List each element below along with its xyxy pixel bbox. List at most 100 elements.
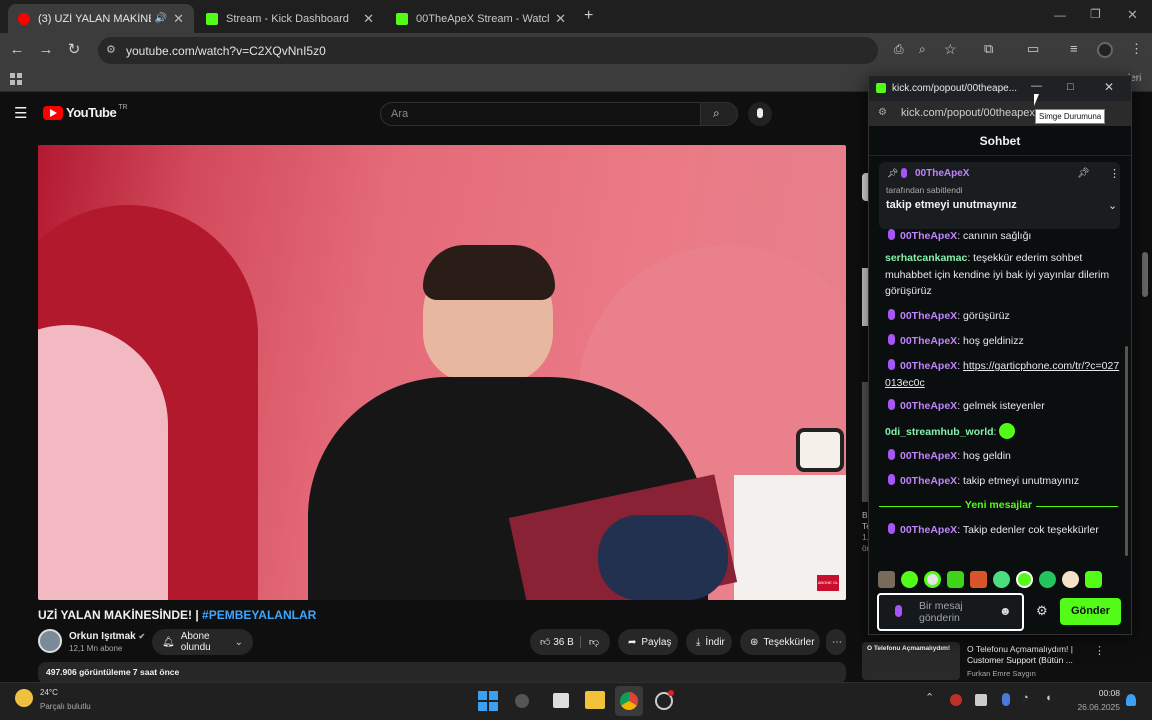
chat-message[interactable]: 00TheApeX: Takip edenler cok teşekkürler	[885, 522, 1121, 539]
dislike-button[interactable]: 👎︎	[579, 636, 607, 648]
weather-cloud-icon[interactable]	[15, 689, 33, 707]
more-actions-button[interactable]: ⋯	[826, 629, 846, 655]
kick-emote-icon[interactable]	[999, 423, 1016, 439]
chat-message[interactable]: 00TheApeX: hoş geldinizz	[885, 333, 1121, 350]
tab-kick-dashboard[interactable]: Stream - Kick Dashboard ✕	[196, 4, 384, 33]
new-tab-button[interactable]: +	[584, 7, 593, 25]
subscribed-button[interactable]: 🔔︎ Abone olundu ⌄	[152, 629, 253, 655]
site-info-icon[interactable]: ⚙	[878, 107, 887, 118]
chat-message[interactable]: serhatcankamac: teşekkür ederim sohbet m…	[885, 250, 1121, 300]
chat-username[interactable]: 00TheApeX	[900, 400, 957, 412]
video-player[interactable]: ABONE OL	[38, 145, 846, 600]
wifi-icon[interactable]: ◔	[1022, 692, 1029, 704]
menu-kebab-icon[interactable]: ⋮	[1130, 41, 1143, 57]
chat-message-input[interactable]: Bir mesaj gönderin ☻	[877, 593, 1024, 631]
tray-microphone-icon[interactable]	[1002, 693, 1010, 706]
recommended-channel[interactable]: Furkan Emre Saygın	[967, 669, 1036, 678]
chat-username[interactable]: 00TheApeX	[900, 360, 957, 372]
youtube-search-button[interactable]: ⌕	[700, 102, 738, 126]
maximize-window-icon[interactable]: □	[1067, 81, 1074, 93]
tab-kick-stream[interactable]: 00TheApeX Stream - Watch Live ✕	[386, 4, 576, 33]
chat-message[interactable]: 00TheApeX: canının sağlığı	[885, 228, 1121, 245]
chat-message[interactable]: 0di_streamhub_world:	[885, 423, 1121, 441]
profile-avatar[interactable]	[1097, 42, 1113, 58]
zoom-icon[interactable]: ⌕	[919, 42, 926, 57]
hamburger-menu-icon[interactable]: ☰	[14, 104, 27, 122]
channel-name[interactable]: Orkun Işıtmak ✔	[69, 631, 145, 642]
chat-username[interactable]: serhatcankamac	[885, 252, 967, 264]
recommended-video-title[interactable]: O Telefonu Açmamalıydım! | Customer Supp…	[967, 644, 1092, 666]
close-tab-icon[interactable]: ✕	[555, 11, 566, 27]
close-tab-icon[interactable]: ✕	[173, 11, 184, 27]
minimize-window-icon[interactable]: —	[1054, 8, 1066, 22]
chat-username[interactable]: 00TheApeX	[900, 230, 957, 242]
site-info-icon[interactable]: ⚙	[106, 43, 116, 56]
youtube-logo[interactable]: YouTube TR	[43, 104, 128, 120]
emote-icon[interactable]	[970, 570, 987, 588]
page-scrollbar[interactable]	[1142, 252, 1148, 297]
speaker-icon[interactable]: ◖	[1045, 692, 1052, 704]
chat-message[interactable]: 00TheApeX: takip etmeyi unutmayınız	[885, 473, 1121, 490]
task-view-icon[interactable]	[553, 693, 569, 708]
tray-app-icon[interactable]	[950, 694, 962, 706]
expand-chevron-icon[interactable]: ⌄	[1108, 199, 1117, 212]
install-app-icon[interactable]: ⎙	[894, 42, 904, 57]
chat-message[interactable]: 00TheApeX: görüşürüz	[885, 308, 1121, 325]
chat-username[interactable]: 0di_streamhub_world	[885, 426, 994, 438]
emote-icon[interactable]	[993, 570, 1010, 588]
file-explorer-icon[interactable]	[585, 691, 605, 709]
weather-temp[interactable]: 24°C	[40, 688, 58, 697]
extensions-icon[interactable]: ⧉	[984, 41, 993, 57]
forward-arrow-icon[interactable]: →	[37, 41, 55, 59]
emoji-picker-icon[interactable]: ☻	[999, 604, 1012, 618]
reload-icon[interactable]: ↻	[65, 41, 83, 59]
back-arrow-icon[interactable]: ←	[8, 41, 26, 59]
chat-scrollbar[interactable]	[1125, 346, 1128, 556]
close-window-icon[interactable]: ✕	[1104, 80, 1114, 94]
speaker-icon[interactable]: 🔊	[155, 13, 167, 24]
recommended-video-thumbnail[interactable]: O Telefonu Açmamalıydım!	[862, 642, 960, 680]
chrome-taskbar-button[interactable]	[615, 686, 643, 716]
pinned-menu-icon[interactable]: ⋮	[1109, 167, 1120, 180]
chat-message[interactable]: 00TheApeX: hoş geldin	[885, 448, 1121, 465]
clock-time[interactable]: 00:08	[1068, 688, 1120, 698]
youtube-search-input[interactable]: Ara	[380, 102, 702, 126]
media-control-icon[interactable]: ≡	[1070, 41, 1078, 56]
share-button[interactable]: ➦ Paylaş	[618, 629, 678, 655]
chat-username[interactable]: 00TheApeX	[900, 310, 957, 322]
bookmark-star-icon[interactable]: ☆	[944, 41, 957, 58]
chat-settings-gear-icon[interactable]: ⚙	[1036, 603, 1048, 619]
windows-start-icon[interactable]	[478, 691, 498, 711]
emote-icon[interactable]	[1062, 570, 1079, 588]
chat-username[interactable]: 00TheApeX	[900, 450, 957, 462]
apps-grid-icon[interactable]	[10, 73, 22, 85]
voice-search-button[interactable]	[748, 102, 772, 126]
weather-desc[interactable]: Parçalı bulutlu	[40, 702, 91, 711]
clock-date[interactable]: 26.06.2025	[1068, 702, 1120, 712]
chat-username[interactable]: 00TheApeX	[900, 475, 957, 487]
tray-app-icon[interactable]	[975, 694, 987, 706]
emote-icon[interactable]	[901, 570, 918, 588]
chat-message[interactable]: 00TheApeX: gelmek isteyenler	[885, 398, 1121, 415]
emote-icon[interactable]	[1039, 570, 1056, 588]
emote-icon[interactable]	[924, 570, 941, 588]
emote-icon[interactable]	[1085, 570, 1102, 588]
tab-youtube[interactable]: (3) UZİ YALAN MAKİNESİNDE! | #PEMBEYALAN…	[8, 4, 194, 33]
emote-icon[interactable]	[1016, 570, 1033, 588]
pinned-message-card[interactable]: 📌︎ 00TheApeX tarafından sabitlendi takip…	[879, 162, 1120, 229]
minimize-window-icon[interactable]: —	[1031, 80, 1042, 92]
video-hashtag-link[interactable]: #PEMBEYALANLAR	[202, 608, 316, 622]
search-circle-icon[interactable]	[515, 694, 529, 708]
emote-icon[interactable]	[878, 570, 895, 588]
download-button[interactable]: ⤓ İndir	[686, 629, 732, 655]
emote-icon[interactable]	[947, 570, 964, 588]
pinned-author[interactable]: 00TheApeX	[915, 168, 969, 179]
send-message-button[interactable]: Gönder	[1060, 598, 1121, 625]
recommended-more-icon[interactable]: ⋮	[1094, 644, 1105, 657]
thanks-button[interactable]: ⊛ Teşekkürler	[740, 629, 820, 655]
address-bar[interactable]: ⚙ youtube.com/watch?v=C2XQvNnI5z0 ⎙	[98, 37, 904, 64]
restore-window-icon[interactable]: ❐	[1090, 7, 1101, 21]
unpin-icon[interactable]: 📌︎	[1077, 168, 1090, 179]
chat-username[interactable]: 00TheApeX	[900, 335, 957, 347]
like-button[interactable]: 👍︎ 36 B	[530, 636, 580, 648]
